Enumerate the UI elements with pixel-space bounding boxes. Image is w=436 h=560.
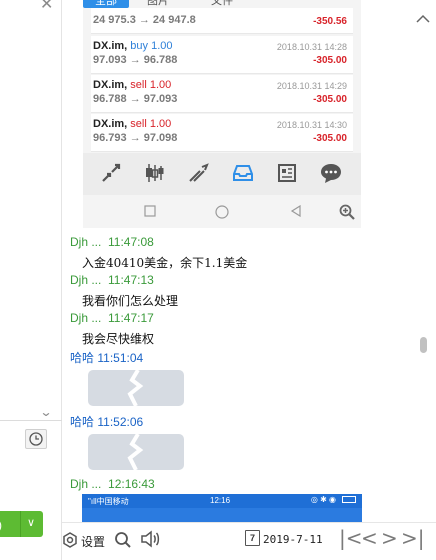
message-time: 11:47:13 — [108, 273, 154, 287]
chat-message-list[interactable]: 全部 图片 文件 24 975.3 → 24 947.8 -350.56 DX.… — [62, 0, 408, 522]
trade-row: DX.im, sell 1.00 96.793 → 97.098 2018.10… — [91, 114, 353, 152]
message-time: 11:52:06 — [97, 415, 144, 429]
left-panel: ✕ ⌄ ) ∨ — [0, 0, 62, 560]
trade-time: 2018.10.31 14:28 — [276, 42, 347, 52]
trade-direction: sell 1.00 — [130, 118, 172, 130]
news-icon[interactable] — [276, 162, 298, 184]
battery-icon — [342, 496, 356, 503]
trade-symbol: DX.im, sell 1.00 — [93, 118, 171, 130]
zoom-in-icon[interactable] — [339, 204, 355, 220]
message-time: 11:47:08 — [108, 235, 154, 249]
first-page-icon[interactable]: |< — [339, 526, 363, 550]
trade-pnl: -305.00 — [313, 133, 347, 144]
sender-name: Djh ... — [70, 235, 102, 249]
chat-bottom-toolbar: 设置 7 2019-7-11 |< < > >| — [62, 522, 436, 560]
broken-image-icon — [127, 434, 144, 470]
send-button[interactable]: ) ∨ — [0, 511, 43, 537]
trade-pnl: -305.00 — [313, 55, 347, 66]
message-history-button[interactable] — [25, 429, 47, 449]
message-header: 哈哈 11:52:06 — [70, 413, 143, 430]
trade-price: 96.793 → 97.098 — [93, 132, 178, 144]
message-text: 我看你们怎么处理 — [82, 294, 179, 308]
trade-symbol: DX.im, buy 1.00 — [93, 40, 173, 52]
trade-time: 2018.10.31 14:30 — [276, 120, 347, 130]
scroll-thumb[interactable] — [420, 337, 427, 353]
trade-arrows-icon[interactable] — [100, 162, 122, 184]
scrollbar[interactable] — [408, 0, 436, 560]
collapse-chevron-icon[interactable]: ⌄ — [39, 405, 52, 419]
scroll-up-icon[interactable] — [416, 14, 430, 24]
trade-direction: buy 1.00 — [130, 40, 173, 52]
sender-name: Djh ... — [70, 273, 102, 287]
phone-screenshot-image[interactable]: "ıll中国移动 12:16 ◎ ✱ ◉ — [82, 494, 362, 522]
trade-pnl: -350.56 — [313, 16, 347, 27]
inbox-icon[interactable] — [232, 162, 254, 184]
prev-page-icon[interactable]: < — [361, 526, 378, 550]
message-text: 我会尽快维权 — [82, 332, 155, 346]
trade-direction: sell 1.00 — [130, 79, 172, 91]
tab-files[interactable]: 文件 — [211, 0, 233, 8]
symbol-name: DX.im, — [93, 79, 128, 91]
trade-row: DX.im, sell 1.00 96.788 → 97.093 2018.10… — [91, 75, 353, 113]
app-toolbar — [83, 153, 361, 195]
broken-image[interactable] — [88, 434, 184, 470]
divider — [0, 420, 62, 421]
trade-row: DX.im, buy 1.00 97.093 → 96.788 2018.10.… — [91, 36, 353, 74]
next-page-icon[interactable]: > — [381, 526, 398, 550]
symbol-name: DX.im, — [93, 40, 128, 52]
last-page-icon[interactable]: >| — [401, 526, 425, 550]
trade-row: 24 975.3 → 24 947.8 -350.56 — [91, 8, 353, 34]
message-time: 12:16:43 — [108, 477, 155, 491]
broken-image[interactable] — [88, 370, 184, 406]
trade-price: 96.788 → 97.093 — [93, 93, 178, 105]
sender-name: 哈哈 — [70, 415, 95, 429]
sender-name: Djh ... — [70, 311, 102, 325]
status-time: 12:16 — [210, 496, 231, 505]
tab-images[interactable]: 图片 — [147, 0, 169, 8]
clock-icon — [29, 432, 43, 446]
chat-bubble-icon[interactable] — [320, 162, 342, 184]
candlestick-icon[interactable] — [144, 162, 166, 184]
send-label-fragment: ) — [0, 518, 2, 532]
circle-icon[interactable] — [215, 205, 229, 219]
date-label: 2019-7-11 — [263, 533, 323, 546]
close-icon[interactable]: ✕ — [40, 0, 53, 14]
message-header: Djh ... 11:47:17 — [70, 311, 154, 325]
square-icon[interactable] — [144, 205, 156, 217]
broken-image-icon — [127, 370, 144, 406]
sender-name: Djh ... — [70, 477, 102, 491]
message-header: 哈哈 11:51:04 — [70, 349, 143, 366]
back-triangle-icon[interactable] — [290, 205, 302, 217]
trend-icon[interactable] — [188, 162, 210, 184]
tab-all[interactable]: 全部 — [83, 0, 129, 8]
message-text: 入金40410美金，余下1.1美金 — [82, 256, 248, 270]
trade-price: 24 975.3 → 24 947.8 — [93, 14, 196, 26]
app-header-bar — [82, 508, 362, 522]
speaker-icon[interactable] — [140, 530, 162, 548]
chevron-down-icon: ∨ — [27, 517, 36, 529]
gear-icon[interactable] — [62, 532, 78, 548]
trade-price: 97.093 → 96.788 — [93, 54, 178, 66]
trading-app-screenshot[interactable]: 全部 图片 文件 24 975.3 → 24 947.8 -350.56 DX.… — [83, 0, 361, 228]
trade-time: 2018.10.31 14:29 — [276, 81, 347, 91]
symbol-name: DX.im, — [93, 118, 128, 130]
trade-symbol: DX.im, sell 1.00 — [93, 79, 171, 91]
send-options-button[interactable]: ∨ — [20, 511, 43, 537]
message-time: 11:51:04 — [97, 351, 144, 365]
search-icon[interactable] — [114, 531, 132, 549]
trade-pnl: -305.00 — [313, 94, 347, 105]
message-time: 11:47:17 — [108, 311, 154, 325]
android-nav-bar — [83, 195, 361, 228]
message-header: Djh ... 12:16:43 — [70, 477, 155, 491]
message-header: Djh ... 11:47:08 — [70, 235, 154, 249]
calendar-icon[interactable]: 7 — [245, 530, 260, 546]
carrier-label: "ıll中国移动 — [88, 497, 129, 506]
status-icons: ◎ ✱ ◉ — [310, 495, 336, 504]
message-header: Djh ... 11:47:13 — [70, 273, 154, 287]
sender-name: 哈哈 — [70, 351, 95, 365]
settings-button[interactable]: 设置 — [81, 533, 105, 550]
tab-bar: 全部 图片 文件 — [83, 0, 361, 8]
